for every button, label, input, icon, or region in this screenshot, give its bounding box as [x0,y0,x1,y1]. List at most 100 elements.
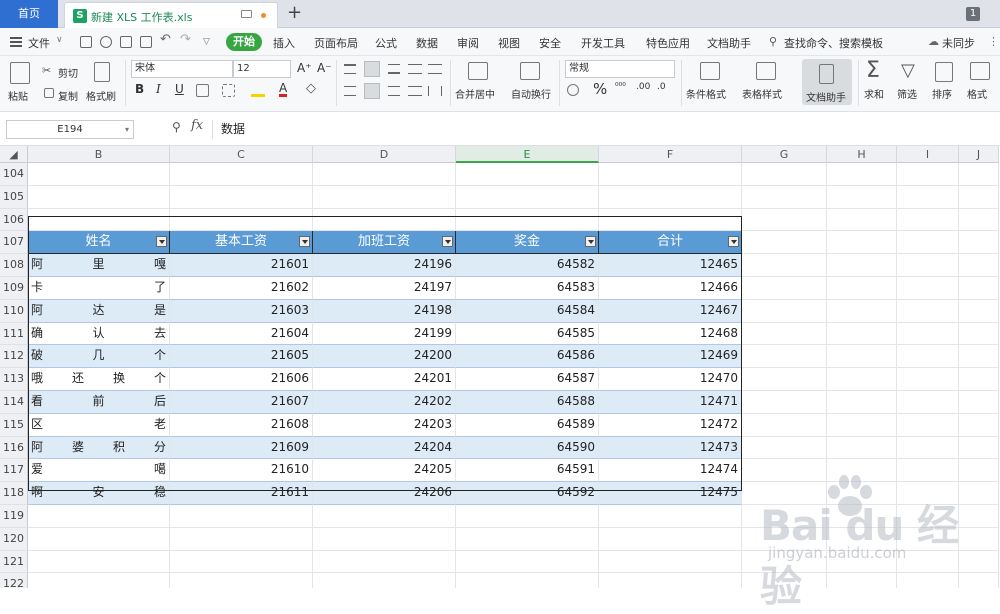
empty-cell[interactable] [959,345,999,369]
empty-cell[interactable] [313,550,456,574]
empty-cell[interactable] [313,185,456,209]
empty-cell[interactable] [28,208,170,232]
empty-cell[interactable] [959,368,999,391]
empty-cell[interactable] [170,550,313,574]
empty-cell[interactable] [827,505,897,528]
empty-cell[interactable] [897,482,959,505]
distribute-icon[interactable] [428,86,442,96]
save-icon[interactable] [80,36,92,48]
empty-cell[interactable] [827,573,897,588]
font-color-icon[interactable]: A [279,82,288,97]
empty-cell[interactable] [28,573,170,588]
empty-cell[interactable] [742,208,827,232]
currency-icon[interactable] [567,84,579,96]
table-cell[interactable]: 21602 [170,277,313,300]
table-header-cell[interactable]: 姓名 [28,231,170,255]
table-cell[interactable]: 卡了 [28,277,170,300]
command-search[interactable]: 查找命令、搜索模板 [784,35,883,51]
table-cell[interactable]: 64583 [456,277,599,300]
sort-icon[interactable] [935,62,953,82]
filter-dropdown-icon[interactable] [442,236,453,248]
more-icon[interactable]: ▽ [203,37,210,47]
table-cell[interactable]: 12467 [599,299,742,323]
empty-cell[interactable] [959,208,999,232]
row-header[interactable]: 120 [0,527,28,551]
undo-icon[interactable]: ↶ [160,32,171,47]
empty-cell[interactable] [742,299,827,323]
table-cell[interactable]: 12469 [599,345,742,369]
table-header-cell[interactable]: 合计 [599,231,742,255]
empty-cell[interactable] [742,368,827,391]
table-cell[interactable]: 64590 [456,436,599,460]
border-icon[interactable] [196,84,209,97]
column-header-h[interactable]: H [827,146,897,163]
empty-cell[interactable] [827,368,897,391]
thousands-icon[interactable]: ⁰⁰⁰ [615,82,626,92]
table-style-icon[interactable] [756,62,776,80]
empty-cell[interactable] [170,527,313,551]
row-header[interactable]: 118 [0,482,28,505]
column-header-i[interactable]: I [897,146,959,163]
empty-cell[interactable] [959,436,999,460]
empty-cell[interactable] [742,163,827,186]
empty-cell[interactable] [959,231,999,255]
empty-cell[interactable] [827,277,897,300]
empty-cell[interactable] [456,208,599,232]
column-header-d[interactable]: D [313,146,456,163]
table-cell[interactable]: 64588 [456,391,599,414]
empty-cell[interactable] [827,459,897,483]
column-header-j[interactable]: J [959,146,999,163]
table-cell[interactable]: 阿达是 [28,299,170,323]
paste-icon[interactable] [10,62,30,84]
print-icon[interactable] [120,36,132,48]
empty-cell[interactable] [456,527,599,551]
empty-cell[interactable] [28,505,170,528]
empty-cell[interactable] [959,573,999,588]
align-right-icon[interactable] [388,86,400,96]
row-header[interactable]: 116 [0,436,28,460]
menu-formulas[interactable]: 公式 [375,35,397,51]
align-middle-icon[interactable] [364,61,380,77]
row-header[interactable]: 111 [0,322,28,346]
chevron-down-icon[interactable]: ▾ [125,121,129,138]
column-header-b[interactable]: B [28,146,170,163]
empty-cell[interactable] [170,505,313,528]
table-cell[interactable]: 24196 [313,254,456,277]
spreadsheet-grid[interactable]: ◢ BCDEFGHIJ 104 105 106 107 姓名 基本工资 加班工资 奖金 合计 10… [0,146,1000,588]
empty-cell[interactable] [827,413,897,437]
menu-review[interactable]: 审阅 [457,35,479,51]
empty-cell[interactable] [897,322,959,346]
empty-cell[interactable] [742,436,827,460]
decrease-decimal-icon[interactable]: .0 [657,82,666,92]
empty-cell[interactable] [170,208,313,232]
row-header[interactable]: 113 [0,368,28,391]
font-name-select[interactable]: 宋体 [131,60,233,78]
cell-style-icon[interactable] [222,84,235,97]
copy-button[interactable]: 复制 [58,88,78,103]
bold-button[interactable]: B [135,82,144,96]
table-cell[interactable]: 64585 [456,322,599,346]
empty-cell[interactable] [959,459,999,483]
format-painter-icon[interactable] [94,62,110,82]
filter-dropdown-icon[interactable] [299,236,310,248]
table-cell[interactable]: 21608 [170,413,313,437]
empty-cell[interactable] [599,163,742,186]
table-cell[interactable]: 21606 [170,368,313,391]
empty-cell[interactable] [897,573,959,588]
table-cell[interactable]: 12468 [599,322,742,346]
table-cell[interactable]: 破几个 [28,345,170,369]
empty-cell[interactable] [897,550,959,574]
table-cell[interactable]: 21605 [170,345,313,369]
menu-page-layout[interactable]: 页面布局 [314,35,358,51]
filter-dropdown-icon[interactable] [156,236,167,248]
select-all-corner[interactable]: ◢ [0,146,28,163]
empty-cell[interactable] [827,163,897,186]
empty-cell[interactable] [959,413,999,437]
row-header[interactable]: 119 [0,505,28,528]
table-cell[interactable]: 12471 [599,391,742,414]
empty-cell[interactable] [742,527,827,551]
export-icon[interactable] [100,36,112,48]
table-cell[interactable]: 21611 [170,482,313,505]
empty-cell[interactable] [456,550,599,574]
empty-cell[interactable] [599,208,742,232]
